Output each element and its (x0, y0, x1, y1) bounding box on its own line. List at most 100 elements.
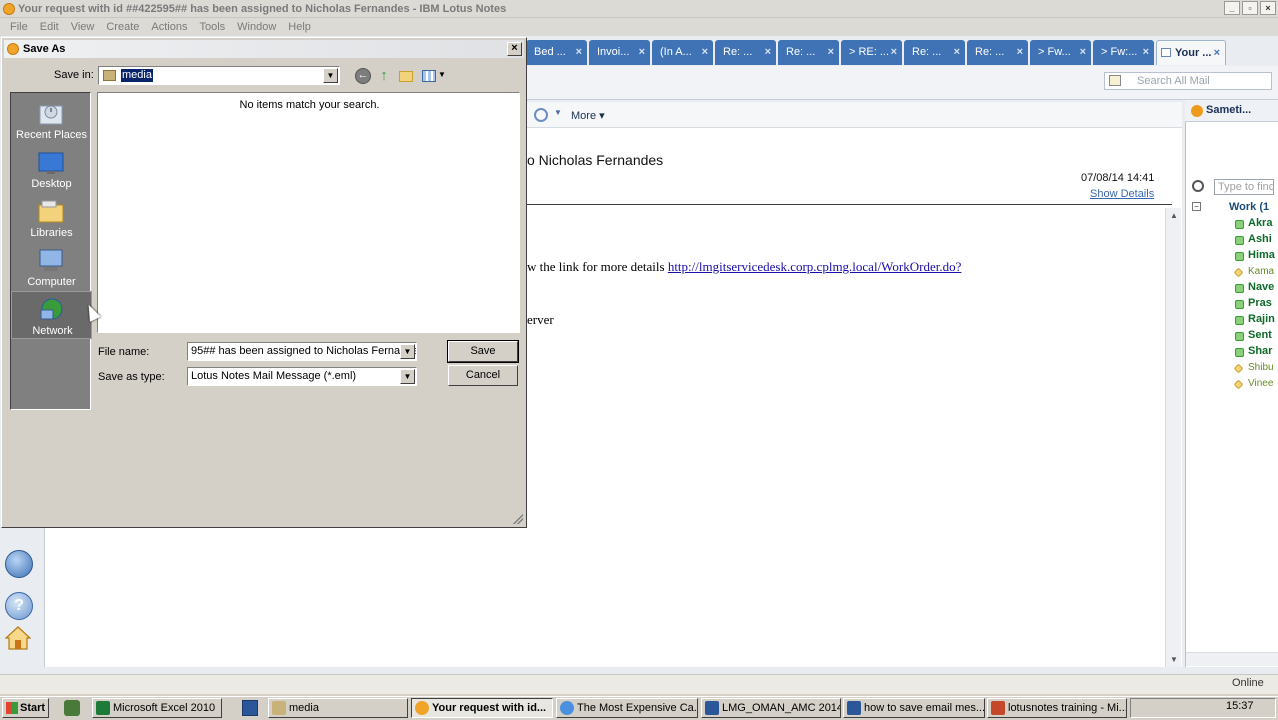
taskbar-item-excel[interactable]: Microsoft Excel 2010 (92, 698, 222, 718)
menu-view[interactable]: View (65, 18, 101, 36)
chevron-down-icon[interactable]: ▼ (400, 369, 415, 384)
save-in-dropdown[interactable]: media ▼ (98, 66, 340, 85)
chevron-down-icon[interactable]: ▼ (323, 68, 338, 83)
search-mail-input[interactable]: Search All Mail (1104, 72, 1272, 90)
place-desktop[interactable]: Desktop (11, 145, 92, 193)
close-tab-icon[interactable]: × (702, 40, 708, 65)
place-computer[interactable]: Computer (11, 243, 92, 291)
doc-tab[interactable]: (In A... × (652, 40, 713, 65)
close-tab-icon[interactable]: × (576, 40, 582, 65)
help-icon[interactable]: ? (5, 592, 33, 620)
place-recent-places[interactable]: Recent Places (11, 96, 92, 144)
contact-item[interactable]: Shibu (1248, 362, 1278, 373)
close-tab-icon[interactable]: × (1143, 40, 1149, 65)
contact-item[interactable]: Sent (1248, 329, 1278, 341)
contact-item[interactable]: Ashi (1248, 233, 1278, 245)
quicklaunch-icon[interactable] (242, 700, 258, 716)
chevron-down-icon[interactable]: ▼ (400, 344, 415, 359)
doc-tab[interactable]: Invoi... × (589, 40, 650, 65)
resize-grip-icon[interactable] (513, 514, 523, 524)
close-window-button[interactable]: × (1260, 1, 1276, 15)
doc-tab[interactable]: > Fw:... × (1093, 40, 1154, 65)
contact-item[interactable]: Kama (1248, 266, 1278, 277)
save-in-value: media (121, 69, 153, 82)
close-tab-icon[interactable]: × (765, 40, 771, 65)
close-tab-icon[interactable]: × (639, 40, 645, 65)
menu-tools[interactable]: Tools (193, 18, 231, 36)
menu-file[interactable]: File (4, 18, 34, 36)
views-menu-icon[interactable] (422, 70, 436, 82)
close-tab-icon[interactable]: × (954, 40, 960, 65)
sametime-title[interactable]: Sameti... (1206, 104, 1251, 116)
back-icon[interactable]: ← (355, 68, 371, 84)
chevron-down-icon[interactable]: ▼ (554, 108, 562, 117)
scroll-down-icon[interactable]: ▼ (1170, 655, 1178, 664)
taskbar-item-lotus[interactable]: Your request with id... (411, 698, 553, 718)
contact-item[interactable]: Vinee (1248, 378, 1278, 389)
minimize-button[interactable]: _ (1224, 1, 1240, 15)
home-icon[interactable] (5, 626, 31, 650)
clock[interactable]: 15:37 (1226, 700, 1254, 712)
close-tab-icon[interactable]: × (1214, 41, 1220, 65)
contact-item[interactable]: Hima (1248, 249, 1278, 261)
contact-item[interactable]: Pras (1248, 297, 1278, 309)
cancel-button[interactable]: Cancel (448, 365, 518, 386)
menu-help[interactable]: Help (282, 18, 317, 36)
mail-icon (1161, 48, 1171, 57)
place-libraries[interactable]: Libraries (11, 194, 92, 242)
workorder-link[interactable]: http://lmgitservicedesk.corp.cplmg.local… (668, 259, 962, 274)
doc-tab[interactable]: Bed ... × (526, 40, 587, 65)
save-as-type-dropdown[interactable]: Lotus Notes Mail Message (*.eml) ▼ (187, 367, 417, 386)
taskbar-item-chrome[interactable]: The Most Expensive Ca... (556, 698, 698, 718)
start-button[interactable]: Start (2, 698, 49, 718)
dialog-title-bar[interactable]: Save As × (4, 40, 524, 58)
sametime-scrollbar[interactable] (1186, 652, 1278, 666)
zoom-icon[interactable] (534, 108, 548, 122)
up-folder-icon[interactable]: ↑ (376, 68, 392, 84)
scroll-up-icon[interactable]: ▲ (1170, 211, 1178, 220)
taskbar-item-powerpoint[interactable]: lotusnotes training - Mi... (987, 698, 1127, 718)
chevron-down-icon[interactable]: ▼ (438, 70, 446, 79)
taskbar-item-media[interactable]: media (268, 698, 408, 718)
doc-tab[interactable]: > RE: ... × (841, 40, 902, 65)
more-button[interactable]: More ▾ (571, 109, 605, 122)
collapse-icon[interactable]: − (1192, 202, 1201, 211)
taskbar-item-word[interactable]: LMG_OMAN_AMC 2014... (701, 698, 841, 718)
taskbar-item-word[interactable]: how to save email mes... (843, 698, 985, 718)
close-tab-icon[interactable]: × (891, 40, 897, 65)
close-tab-icon[interactable]: × (1080, 40, 1086, 65)
contact-search-input[interactable]: Type to find (1214, 179, 1274, 195)
document-toolbar: ▼ More ▾ (526, 102, 1182, 128)
search-scope-icon[interactable] (1109, 75, 1121, 86)
globe-icon[interactable] (5, 550, 33, 578)
doc-tab[interactable]: Re: ... × (715, 40, 776, 65)
save-button[interactable]: Save (447, 340, 519, 363)
contact-item[interactable]: Shar (1248, 345, 1278, 357)
document-scrollbar[interactable]: ▲ ▼ (1165, 208, 1181, 667)
place-network[interactable]: Network (11, 291, 92, 339)
contact-item[interactable]: Rajin (1248, 313, 1278, 325)
close-tab-icon[interactable]: × (1017, 40, 1023, 65)
maximize-button[interactable]: ▫ (1242, 1, 1258, 15)
menu-create[interactable]: Create (100, 18, 145, 36)
online-status[interactable]: Online (1232, 677, 1264, 689)
menu-actions[interactable]: Actions (145, 18, 193, 36)
doc-tab-active[interactable]: Your ... × (1156, 40, 1226, 65)
contact-item[interactable]: Akra (1248, 217, 1278, 229)
close-dialog-button[interactable]: × (507, 42, 522, 56)
menu-edit[interactable]: Edit (34, 18, 65, 36)
menu-window[interactable]: Window (231, 18, 282, 36)
file-list[interactable]: No items match your search. (97, 92, 520, 333)
contact-group-work[interactable]: Work (1 (1229, 201, 1269, 213)
doc-tab[interactable]: > Fw... × (1030, 40, 1091, 65)
doc-tab[interactable]: Re: ... × (904, 40, 965, 65)
quicklaunch-icon[interactable] (64, 700, 80, 716)
show-details-link[interactable]: Show Details (1090, 188, 1154, 200)
new-folder-icon[interactable] (399, 71, 413, 82)
file-name-input[interactable]: 95## has been assigned to Nicholas Ferna… (187, 342, 417, 361)
close-tab-icon[interactable]: × (828, 40, 834, 65)
doc-tab[interactable]: Re: ... × (967, 40, 1028, 65)
contact-item[interactable]: Nave (1248, 281, 1278, 293)
doc-tab[interactable]: Re: ... × (778, 40, 839, 65)
powerpoint-icon (991, 701, 1005, 715)
